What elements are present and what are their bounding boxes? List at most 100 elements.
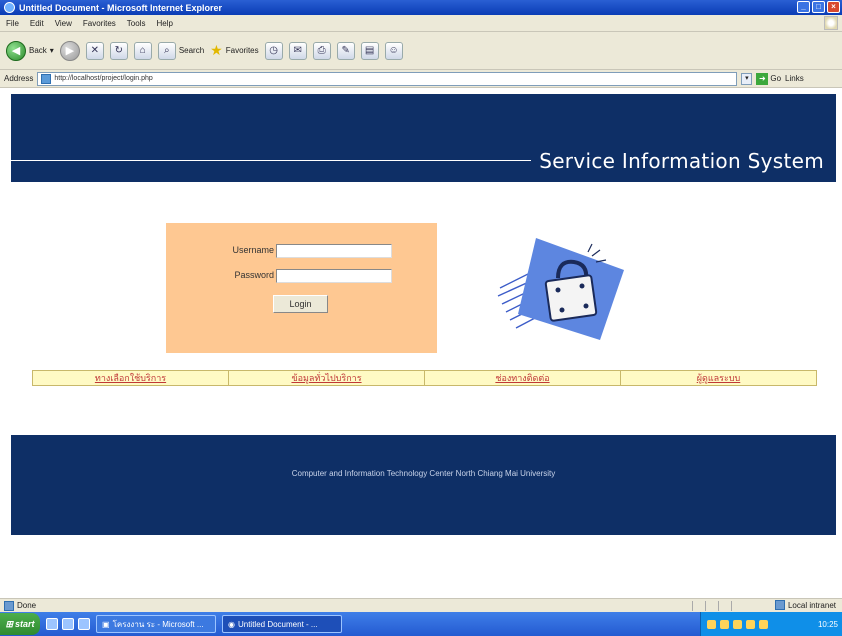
window-controls: _ □ × [797,1,840,13]
back-arrow-icon: ◀ [6,40,26,61]
window-title: Untitled Document - Microsoft Internet E… [19,2,223,13]
desktop-quicklaunch-icon[interactable] [62,618,74,630]
pane-separator [718,601,719,611]
nav-item-4[interactable]: ผู้ดูแลระบบ [621,371,816,385]
windows-logo-icon [824,16,838,30]
zone-label: Local intranet [787,600,836,610]
tray-icon[interactable] [733,619,742,629]
search-button[interactable]: ⌕ Search [157,41,205,60]
mail-icon[interactable]: ✉ [288,41,307,60]
back-label: Back [29,46,47,55]
status-text: Done [17,601,37,610]
menu-tools[interactable]: Tools [127,19,146,28]
forward-button[interactable]: ▶ [59,40,80,61]
history-icon[interactable]: ◷ [264,41,283,60]
site-header: Service Information System [11,94,836,182]
folder-icon[interactable]: ▤ [360,41,379,60]
browser-toolbar: ◀ Back ▾ ▶ ✕ ↻ ⌂ ⌕ Search ★ Favorites ◷ … [0,32,842,70]
page-done-icon [4,600,14,611]
tray-icon[interactable] [720,619,729,629]
go-arrow-icon: ➜ [756,72,769,85]
login-button[interactable]: Login [273,295,328,313]
address-label: Address [4,74,34,83]
pane-separator [731,601,732,611]
start-label: start [15,619,35,629]
username-row: Username [166,244,437,258]
main-nav: ทางเลือกใช้บริการ ข้อมูลทั่วไปบริการ ช่อ… [32,370,817,386]
maximize-button[interactable]: □ [812,1,825,13]
lock-rivet [583,303,589,309]
intranet-icon [774,600,785,610]
lock-rivet [559,307,565,313]
tray-icon[interactable] [746,619,755,629]
stop-icon[interactable]: ✕ [85,41,104,60]
menu-file[interactable]: File [6,19,19,28]
address-input[interactable]: http://localhost/project/login.php [37,71,738,86]
task-label: โครงงาน ระ - Microsoft ... [112,619,204,629]
media-quicklaunch-icon[interactable] [78,618,90,630]
footer-text: Computer and Information Technology Cent… [291,469,556,478]
menu-help[interactable]: Help [156,19,172,28]
task-ie[interactable]: ◉ Untitled Document - ... [222,615,342,633]
nav-item-3[interactable]: ช่องทางติดต่อ [425,371,621,385]
forward-arrow-icon: ▶ [59,40,80,61]
status-panes [692,601,732,611]
clock[interactable]: 10:25 [818,620,838,629]
menu-bar: File Edit View Favorites Tools Help [0,15,842,32]
minimize-button[interactable]: _ [797,1,810,13]
volume-icon[interactable] [759,619,768,629]
favorites-button[interactable]: ★ Favorites [210,42,258,59]
address-dropdown-icon[interactable]: ▾ [741,72,753,85]
favorites-label: Favorites [225,46,259,55]
window-titlebar: Untitled Document - Microsoft Internet E… [0,0,842,15]
pane-separator [705,601,706,611]
security-zone: Local intranet [774,600,836,610]
home-icon[interactable]: ⌂ [133,41,152,60]
search-label: Search [178,46,205,55]
page-icon [41,73,52,84]
lock-rivet [579,283,585,289]
password-row: Password [166,269,437,283]
back-button[interactable]: ◀ Back ▾ [6,40,54,61]
lock-illustration [497,238,624,340]
nav-item-2[interactable]: ข้อมูลทั่วไปบริการ [229,371,425,385]
page-viewport: Service Information System Username Pass… [0,88,842,598]
refresh-icon[interactable]: ↻ [109,41,128,60]
nav-item-1[interactable]: ทางเลือกใช้บริการ [33,371,229,385]
go-label: Go [770,74,782,83]
site-title: Service Information System [539,149,824,173]
windows-flag-icon: ⊞ [5,618,14,629]
padlock-icon [544,274,598,322]
word-doc-icon: ▣ [102,619,110,629]
links-label[interactable]: Links [785,74,804,83]
search-icon: ⌕ [157,41,176,60]
password-input[interactable] [276,269,392,283]
site-footer: Computer and Information Technology Cent… [11,435,836,535]
username-label: Username [232,245,274,255]
task-word[interactable]: ▣ โครงงาน ระ - Microsoft ... [96,615,216,633]
close-button[interactable]: × [827,1,840,13]
menu-edit[interactable]: Edit [30,19,44,28]
password-label: Password [234,270,274,280]
ie-icon [4,2,15,13]
taskbar: ⊞ start ▣ โครงงาน ระ - Microsoft ... ◉ U… [0,612,842,636]
favorites-star-icon: ★ [210,42,223,58]
pane-separator [692,601,693,611]
menu-view[interactable]: View [55,19,72,28]
go-button[interactable]: ➜ Go [756,72,782,85]
system-tray: 10:25 [700,612,842,636]
start-button[interactable]: ⊞ start [0,613,40,635]
username-input[interactable] [276,244,392,258]
ie-quicklaunch-icon[interactable] [46,618,58,630]
lock-rivet [555,287,561,293]
task-label: Untitled Document - ... [237,619,318,629]
print-icon[interactable]: ⎙ [312,41,331,60]
tray-icon[interactable] [707,619,716,629]
menu-favorites[interactable]: Favorites [83,19,116,28]
messenger-icon[interactable]: ☺ [384,41,403,60]
status-bar: Done Local intranet [0,598,842,612]
edit-icon[interactable]: ✎ [336,41,355,60]
address-bar: Address http://localhost/project/login.p… [0,70,842,88]
address-url: http://localhost/project/login.php [54,75,153,82]
quick-launch [46,618,90,630]
